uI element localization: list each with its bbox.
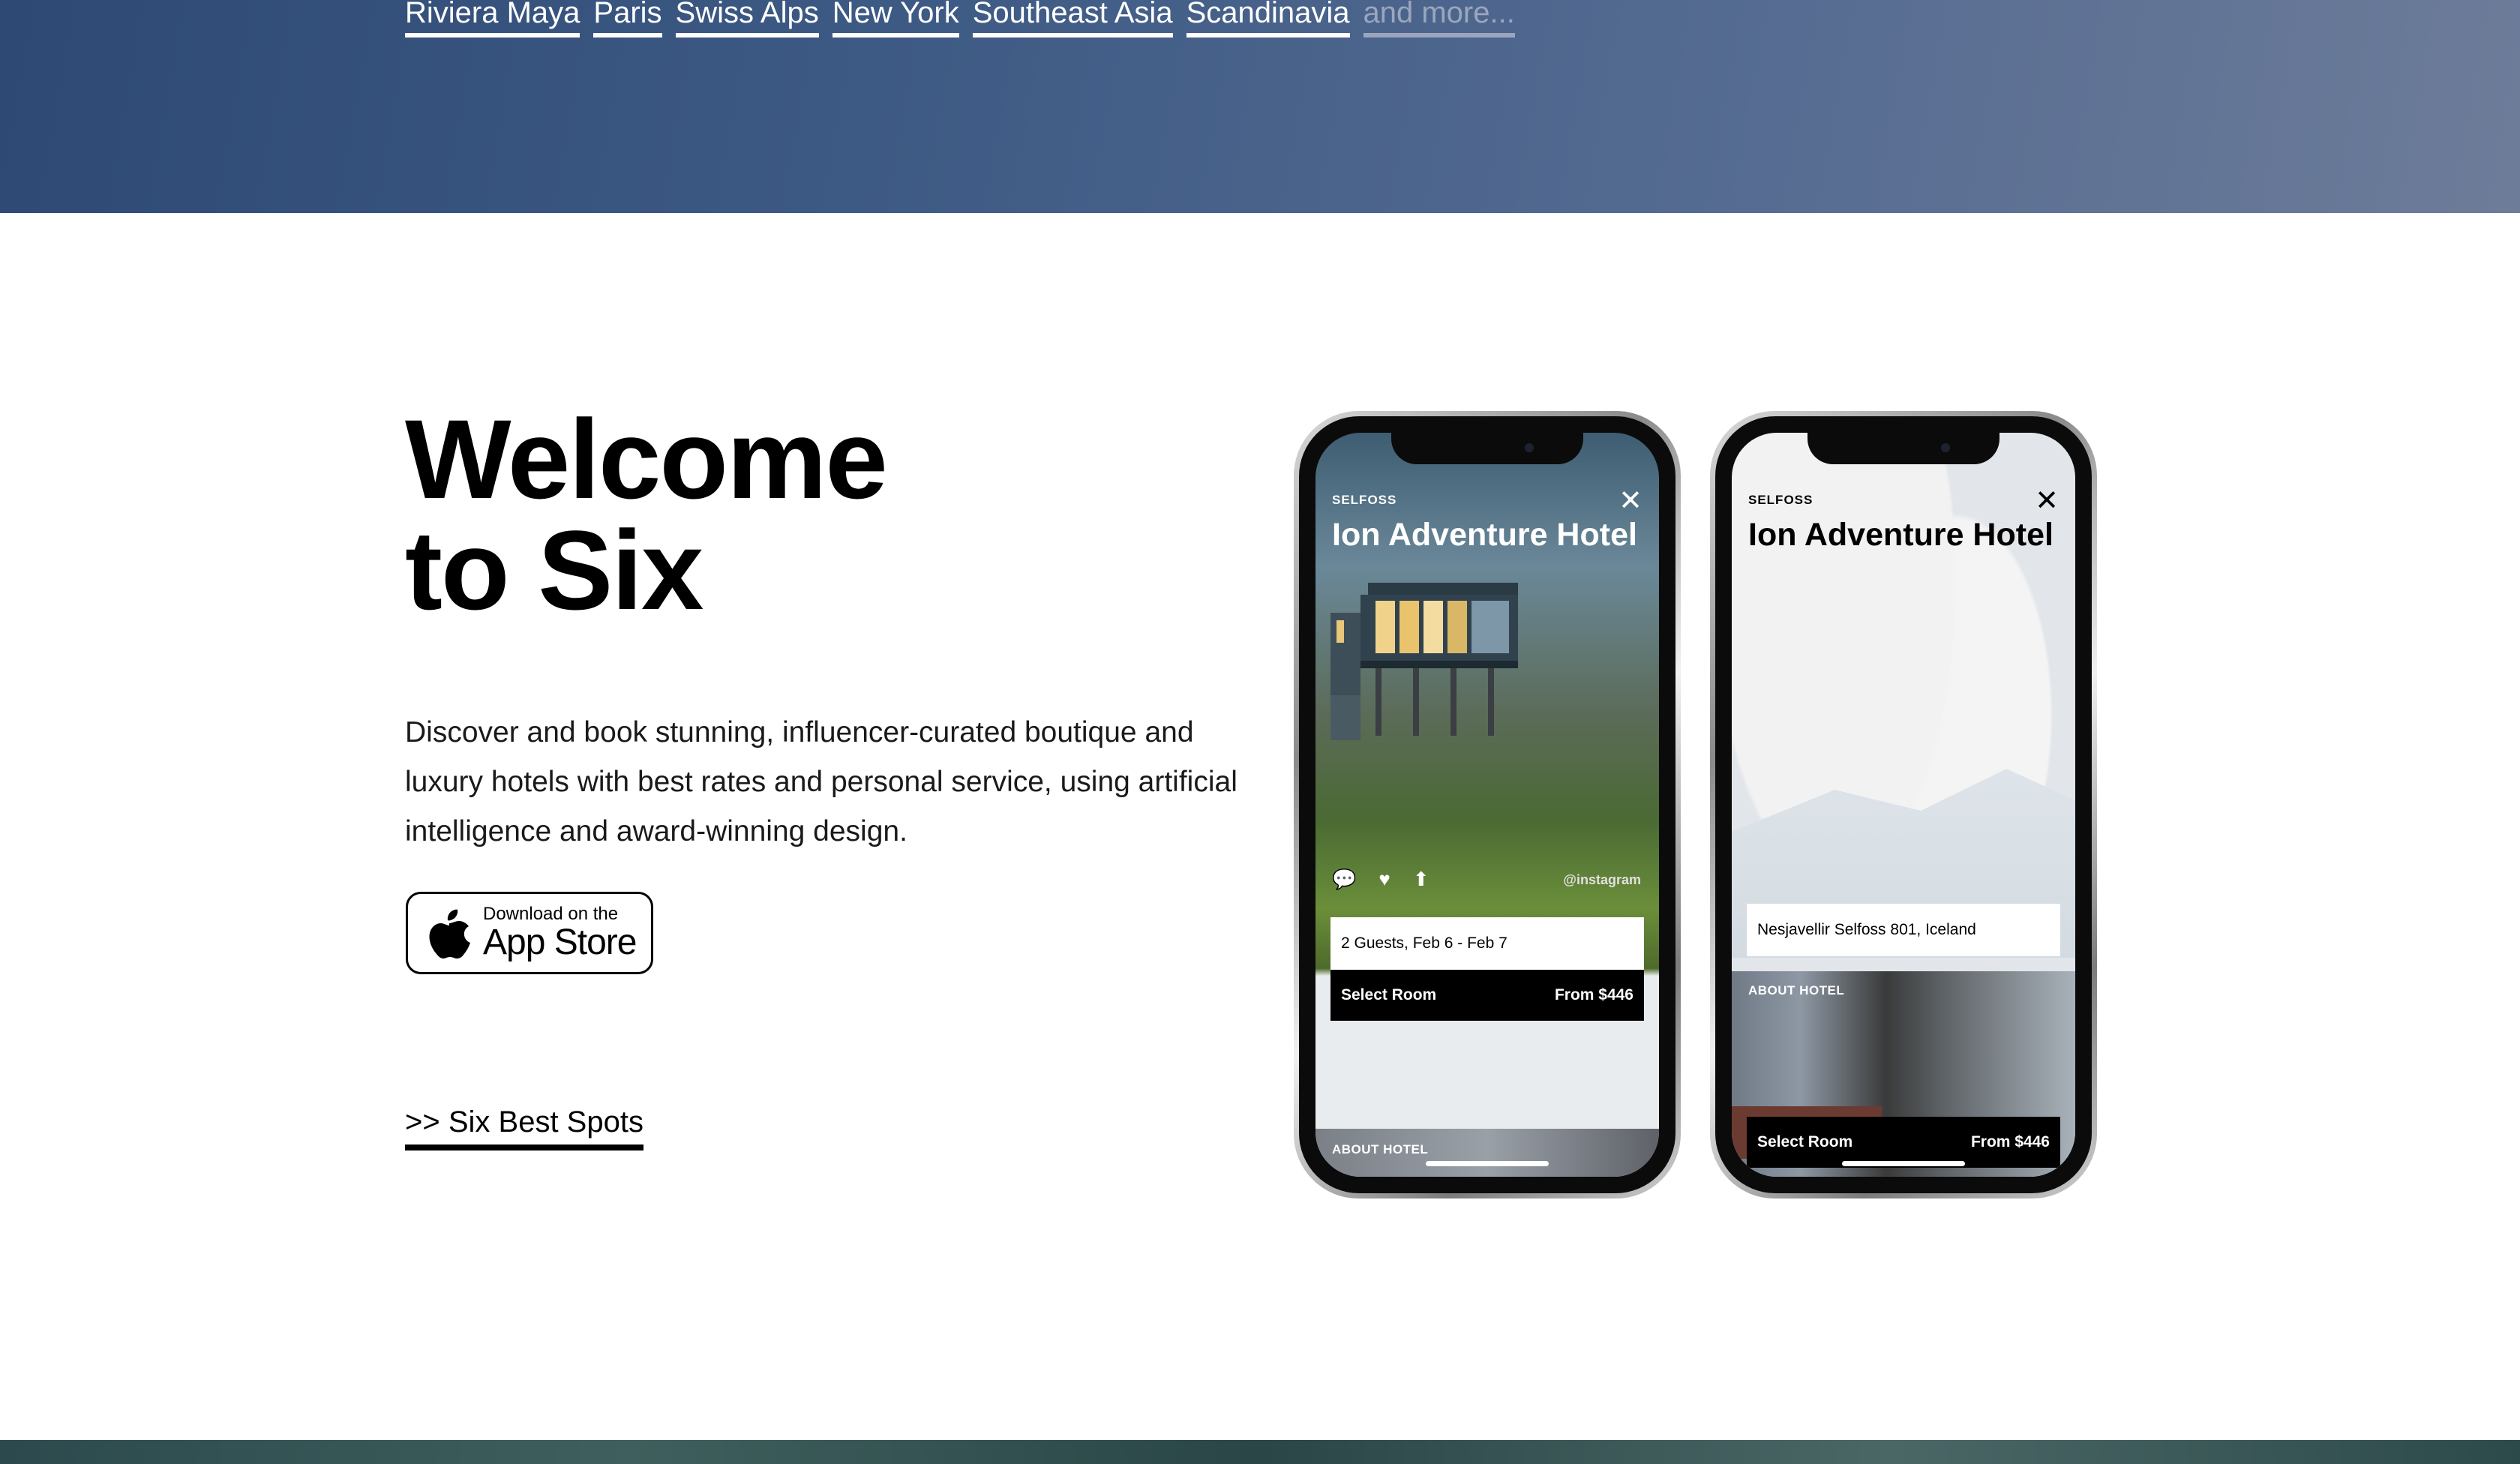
destination-link-scandinavia[interactable]: Scandinavia [1186, 0, 1350, 38]
hero-banner: Riviera Maya Paris Swiss Alps New York S… [0, 0, 2520, 213]
intro-paragraph: Discover and book stunning, influencer-c… [405, 716, 1238, 848]
phone-bezel: SELFOSS ✕ Ion Adventure Hotel 💬 ♥ ⬆ @ins… [1299, 416, 1676, 1193]
about-hotel-label: ABOUT HOTEL [1748, 983, 1845, 998]
apple-icon [429, 909, 470, 958]
destination-link-southeast-asia[interactable]: Southeast Asia [972, 0, 1173, 38]
share-icon[interactable]: ⬆ [1413, 868, 1430, 891]
select-room-button[interactable]: Select Room From $446 [1747, 1117, 2060, 1168]
hotel-building-image [1330, 583, 1518, 740]
app-store-small-label: Download on the [483, 904, 619, 924]
close-icon[interactable]: ✕ [2035, 487, 2059, 515]
hotel-address: Nesjavellir Selfoss 801, Iceland [1747, 904, 2060, 956]
welcome-heading: Welcome to Six [405, 396, 888, 633]
about-hotel-label: ABOUT HOTEL [1316, 1129, 1659, 1177]
phone-action-icons: 💬 ♥ ⬆ [1332, 868, 1430, 891]
destination-link-riviera-maya[interactable]: Riviera Maya [405, 0, 580, 38]
destination-link-new-york[interactable]: New York [832, 0, 959, 38]
guests-dates-field[interactable]: 2 Guests, Feb 6 - Feb 7 [1330, 917, 1644, 970]
app-store-big-label: App Store [483, 922, 637, 962]
destination-links: Riviera Maya Paris Swiss Alps New York S… [405, 0, 1515, 38]
select-room-button[interactable]: Select Room From $446 [1330, 970, 1644, 1021]
phone-mockup-hotel-map: SELFOSS ✕ Ion Adventure Hotel Nesjavelli… [1710, 411, 2097, 1198]
destination-link-more[interactable]: and more... [1363, 0, 1515, 38]
six-best-spots-link[interactable]: >> Six Best Spots [405, 1102, 644, 1150]
close-icon[interactable]: ✕ [1618, 487, 1642, 515]
app-store-button[interactable]: Download on the App Store [406, 892, 653, 974]
bottom-image-strip [0, 1440, 2520, 1464]
phone-hotel-title: Ion Adventure Hotel [1748, 517, 2054, 553]
select-room-label: Select Room [1757, 1133, 1853, 1150]
phone-city-label: SELFOSS [1332, 493, 1397, 507]
select-room-label: Select Room [1341, 986, 1437, 1004]
welcome-heading-line2: to Six [405, 507, 704, 633]
phone-notch [1391, 433, 1583, 464]
home-indicator [1426, 1161, 1549, 1166]
heart-icon[interactable]: ♥ [1378, 868, 1390, 891]
room-price: From $446 [1554, 986, 1634, 1004]
phone-bezel: SELFOSS ✕ Ion Adventure Hotel Nesjavelli… [1715, 416, 2092, 1193]
phone-mockup-hotel-photo: SELFOSS ✕ Ion Adventure Hotel 💬 ♥ ⬆ @ins… [1294, 411, 1681, 1198]
welcome-heading-line1: Welcome [405, 396, 888, 522]
app-store-text: Download on the App Store [483, 904, 637, 962]
phone-screen: SELFOSS ✕ Ion Adventure Hotel 💬 ♥ ⬆ @ins… [1316, 433, 1659, 1177]
phone-hotel-title: Ion Adventure Hotel [1332, 517, 1637, 553]
chat-icon[interactable]: 💬 [1332, 868, 1356, 891]
phone-screen: SELFOSS ✕ Ion Adventure Hotel Nesjavelli… [1732, 433, 2075, 1177]
destination-link-paris[interactable]: Paris [593, 0, 662, 38]
home-indicator [1842, 1161, 1965, 1166]
photo-credit: @instagram [1563, 872, 1641, 887]
phone-notch [1808, 433, 2000, 464]
destination-link-swiss-alps[interactable]: Swiss Alps [675, 0, 819, 38]
phone-city-label: SELFOSS [1748, 493, 1814, 507]
room-price: From $446 [1970, 1133, 2050, 1150]
